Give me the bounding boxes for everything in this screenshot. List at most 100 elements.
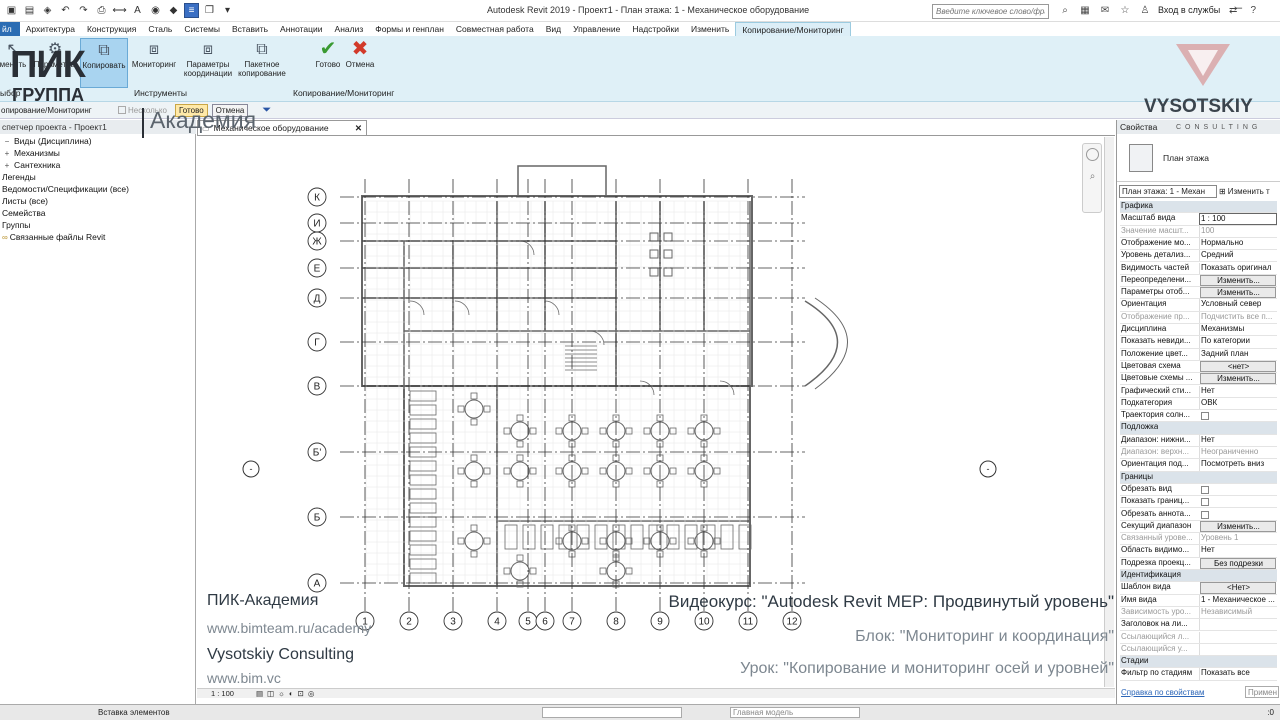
property-checkbox[interactable] (1201, 412, 1209, 421)
property-group-header[interactable]: Границы (1120, 471, 1277, 484)
user-icon[interactable]: ♙ (1138, 3, 1152, 17)
tab-view[interactable]: Вид (540, 22, 567, 36)
property-value[interactable]: 1 : 100 (1199, 213, 1277, 225)
hide-icon[interactable]: ◎ (308, 689, 315, 698)
property-value[interactable]: По категории (1199, 336, 1277, 348)
property-value[interactable]: Механизмы (1199, 324, 1277, 336)
property-group-header[interactable]: Идентификация (1120, 570, 1277, 583)
tree-item-legends[interactable]: Легенды (2, 172, 36, 182)
tree-item-views[interactable]: − Виды (Дисциплина) (2, 136, 92, 146)
batch-copy-button[interactable]: ⧉ Пакетное копирование (236, 38, 288, 78)
property-value[interactable] (1199, 619, 1277, 631)
thin-lines-icon[interactable]: ≡ (184, 3, 199, 18)
apply-button[interactable]: Примен (1245, 686, 1279, 698)
property-value[interactable]: Нет (1199, 385, 1277, 397)
view-scale[interactable]: 1 : 100 (211, 689, 234, 698)
property-group-header[interactable]: Графика (1120, 201, 1277, 214)
tree-item-schedules[interactable]: Ведомости/Спецификации (все) (2, 184, 129, 194)
property-value[interactable]: Показать оригинал (1199, 262, 1277, 274)
sync-icon[interactable]: ◈ (40, 3, 55, 18)
property-edit-button[interactable]: Изменить... (1200, 287, 1276, 299)
workset-dropdown[interactable] (542, 707, 682, 718)
tab-analyze[interactable]: Анализ (329, 22, 370, 36)
tab-addins[interactable]: Надстройки (626, 22, 685, 36)
sun-path-icon[interactable]: ☼ (278, 689, 285, 698)
visual-style-icon[interactable]: ◫ (267, 689, 274, 698)
coordination-settings-button[interactable]: ⧈ Параметры координации (180, 38, 236, 78)
tree-item-mechanical[interactable]: + Механизмы (2, 148, 60, 158)
tree-item-families[interactable]: Семейства (2, 208, 45, 218)
property-value[interactable]: ОВК (1199, 397, 1277, 410)
tab-steel[interactable]: Сталь (142, 22, 178, 36)
design-option-dropdown[interactable]: Главная модель (730, 707, 860, 718)
property-edit-button[interactable]: Без подрезки (1200, 557, 1276, 569)
type-selector[interactable]: План этажа (1117, 134, 1280, 182)
tree-item-revit-links[interactable]: ∞ Связанные файлы Revit (2, 232, 105, 242)
switch-windows-icon[interactable]: ❐ (202, 3, 217, 18)
tab-massing[interactable]: Формы и генплан (369, 22, 450, 36)
binoculars-icon[interactable]: ⌕ (1058, 3, 1072, 17)
collapse-icon[interactable]: − (2, 137, 12, 146)
property-edit-button[interactable]: Изменить... (1200, 274, 1276, 287)
edit-type-button[interactable]: Изменить т (1228, 187, 1270, 196)
steering-wheel-icon[interactable] (1086, 148, 1099, 161)
expand-icon[interactable]: + (2, 161, 12, 170)
measure-icon[interactable]: ⟷ (112, 3, 127, 18)
tree-item-plumbing[interactable]: + Сантехника (2, 160, 61, 170)
property-value[interactable]: Условный север (1199, 299, 1277, 311)
property-value[interactable]: Нормально (1199, 237, 1277, 250)
tree-item-groups[interactable]: Группы (2, 220, 30, 230)
tab-modify[interactable]: Изменить (685, 22, 735, 36)
tab-manage[interactable]: Управление (567, 22, 626, 36)
detail-level-icon[interactable]: ▤ (256, 689, 263, 698)
help-icon[interactable]: ? (1246, 3, 1260, 17)
property-group-header[interactable]: Стадии (1120, 656, 1277, 669)
text-icon[interactable]: A (130, 3, 145, 18)
tab-collaborate[interactable]: Совместная работа (450, 22, 540, 36)
property-value[interactable]: Средний (1199, 250, 1277, 262)
subscription-icon[interactable]: ▦ (1078, 3, 1092, 17)
tab-insert[interactable]: Вставить (226, 22, 274, 36)
property-value[interactable]: Посмотреть вниз (1199, 459, 1277, 471)
property-edit-button[interactable]: <нет> (1200, 360, 1276, 373)
property-value[interactable]: Нет (1199, 545, 1277, 557)
property-checkbox[interactable] (1201, 485, 1209, 494)
property-edit-button[interactable]: Изменить... (1200, 520, 1276, 533)
property-group-header[interactable]: Подложка (1120, 422, 1277, 435)
property-checkbox[interactable] (1201, 498, 1209, 507)
section-icon[interactable]: ◆ (166, 3, 181, 18)
monitor-button[interactable]: ⧈ Мониторинг (128, 38, 180, 69)
close-icon[interactable]: ✕ (355, 123, 362, 134)
navigation-bar[interactable]: ⌕ (1082, 143, 1102, 213)
property-value[interactable]: Показать все (1199, 668, 1277, 680)
property-value[interactable]: 1 - Механическое ... (1199, 594, 1277, 606)
tab-architecture[interactable]: Архитектура (20, 22, 81, 36)
expand-icon[interactable]: + (2, 149, 12, 158)
tab-file[interactable]: йл (0, 22, 20, 36)
finish-button[interactable]: ✔ Готово (312, 38, 344, 70)
tab-copy-monitor[interactable]: Копирование/Мониторинг (735, 22, 851, 36)
shadows-icon[interactable]: ◐ (289, 689, 294, 698)
search-input[interactable] (932, 4, 1049, 19)
crop-icon[interactable]: ⊡ (298, 689, 304, 698)
open-icon[interactable]: ▣ (4, 3, 19, 18)
instance-dropdown[interactable]: План этажа: 1 - Механ (1119, 184, 1217, 198)
signin-link[interactable]: Вход в службы (1158, 5, 1220, 15)
communication-icon[interactable]: ✉ (1098, 3, 1112, 17)
property-checkbox[interactable] (1201, 510, 1209, 519)
horizontal-scrollbar[interactable] (197, 688, 1115, 698)
tab-annotate[interactable]: Аннотации (274, 22, 329, 36)
redo-icon[interactable]: ↷ (76, 3, 91, 18)
qat-dropdown-icon[interactable]: ▾ (220, 3, 235, 18)
save-icon[interactable]: ▤ (22, 3, 37, 18)
copy-button[interactable]: ⧉ Копировать (80, 38, 128, 88)
filter-count[interactable]: :0 (1267, 708, 1274, 717)
tab-structure[interactable]: Конструкция (81, 22, 142, 36)
filter-icon[interactable]: ⏷ (262, 104, 271, 117)
undo-icon[interactable]: ↶ (58, 3, 73, 18)
3d-view-icon[interactable]: ◉ (148, 3, 163, 18)
zoom-icon[interactable]: ⌕ (1086, 171, 1099, 184)
minimize-icon[interactable]: – (1236, 2, 1242, 14)
property-value[interactable]: Задний план (1199, 348, 1277, 360)
edit-type-icon[interactable]: ⊞ (1219, 187, 1226, 196)
